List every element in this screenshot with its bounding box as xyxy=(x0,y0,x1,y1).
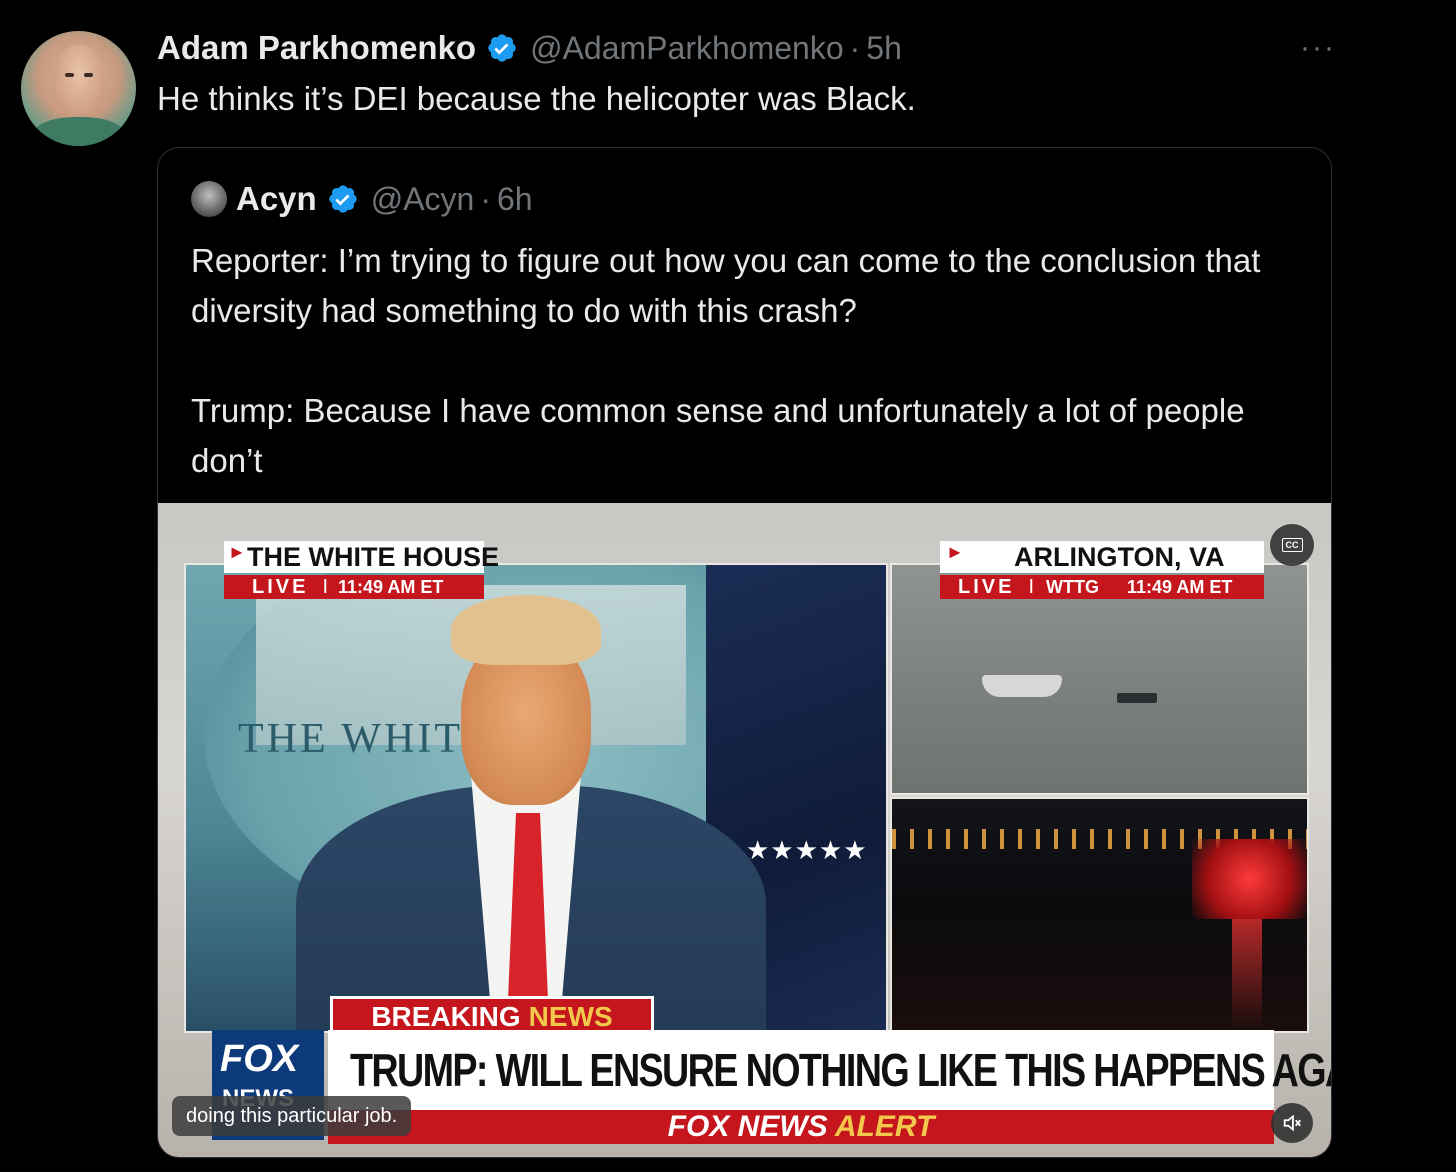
closed-captions-icon[interactable]: CC xyxy=(1270,524,1314,566)
fox-news-alert-bar: FOX NEWS ALERT xyxy=(328,1110,1274,1144)
fox-news-alert-text: FOX NEWS ALERT xyxy=(668,1110,935,1144)
white-house-feed: THE WHIT USE ★★★★★ xyxy=(184,563,888,1033)
quote-timestamp[interactable]: 6h xyxy=(497,181,533,218)
separator-dot: · xyxy=(480,180,491,217)
night-rescue-feed xyxy=(890,797,1309,1033)
tweet-timestamp[interactable]: 5h xyxy=(866,30,902,67)
muted-speaker-icon[interactable] xyxy=(1271,1103,1313,1143)
quote-paragraph-reporter: Reporter: I’m trying to figure out how y… xyxy=(191,242,1261,329)
tweet-header: Adam Parkhomenko @AdamParkhomenko · 5h xyxy=(157,28,902,68)
boat-graphic xyxy=(982,675,1062,697)
author-avatar[interactable] xyxy=(21,31,136,146)
arlington-label-title: ARLINGTON, VA xyxy=(1014,542,1225,572)
separator-dot: · xyxy=(849,29,861,66)
speaker-glyph xyxy=(1283,1114,1301,1132)
alert-white: FOX NEWS xyxy=(667,1110,835,1143)
live-station: WTTG xyxy=(1046,576,1099,597)
author-handle[interactable]: @AdamParkhomenko xyxy=(530,30,844,67)
headline-bar: TRUMP: WILL ENSURE NOTHING LIKE THIS HAP… xyxy=(328,1030,1331,1110)
quote-author-handle[interactable]: @Acyn xyxy=(371,181,475,218)
white-house-label-title: THE WHITE HOUSE xyxy=(247,542,500,572)
breaking-word: BREAKING xyxy=(371,1001,521,1032)
news-word: NEWS xyxy=(528,1001,613,1032)
quote-author-avatar[interactable] xyxy=(191,181,227,217)
live-tag: LIVE xyxy=(958,575,1015,598)
arlington-label-arrow: ► xyxy=(946,542,964,562)
verified-badge-icon xyxy=(488,34,516,62)
tweet[interactable]: Adam Parkhomenko @AdamParkhomenko · 5h ·… xyxy=(0,0,1456,1172)
verified-badge-icon xyxy=(329,185,357,213)
more-icon[interactable]: ··· xyxy=(1300,31,1336,65)
quote-header: Acyn @Acyn · 6h xyxy=(191,180,533,218)
quote-paragraph-trump: Trump: Because I have common sense and u… xyxy=(191,392,1245,479)
quote-text: Reporter: I’m trying to figure out how y… xyxy=(191,236,1291,486)
video-caption: doing this particular job. xyxy=(172,1096,412,1136)
arlington-live-bar: LIVE I WTTG 11:49 AM ET xyxy=(940,575,1264,599)
speaker-figure xyxy=(246,595,766,1031)
live-sep: I xyxy=(322,575,329,598)
fox-logo-line1: FOX xyxy=(220,1038,299,1080)
emergency-lights xyxy=(1192,839,1307,919)
video-player[interactable]: THE WHIT USE ★★★★★ ► THE WHITE HOUSE LIV… xyxy=(158,503,1331,1157)
live-time: 11:49 AM ET xyxy=(338,576,444,597)
white-house-live-bar: LIVE I 11:49 AM ET xyxy=(224,575,484,599)
quoted-tweet[interactable]: Acyn @Acyn · 6h Reporter: I’m trying to … xyxy=(157,147,1332,1158)
author-name[interactable]: Adam Parkhomenko xyxy=(157,29,476,67)
quote-author-name[interactable]: Acyn xyxy=(236,180,317,218)
live-time: 11:49 AM ET xyxy=(1127,576,1233,597)
white-house-label-arrow: ► xyxy=(228,542,246,562)
alert-gold: ALERT xyxy=(834,1110,935,1143)
headline-text: TRUMP: WILL ENSURE NOTHING LIKE THIS HAP… xyxy=(350,1044,1331,1096)
live-sep: I xyxy=(1028,575,1035,598)
small-boat-graphic xyxy=(1117,693,1157,703)
tweet-text: He thinks it’s DEI because the helicopte… xyxy=(157,80,916,117)
live-tag: LIVE xyxy=(252,575,309,598)
water-reflection xyxy=(1232,919,1262,1029)
